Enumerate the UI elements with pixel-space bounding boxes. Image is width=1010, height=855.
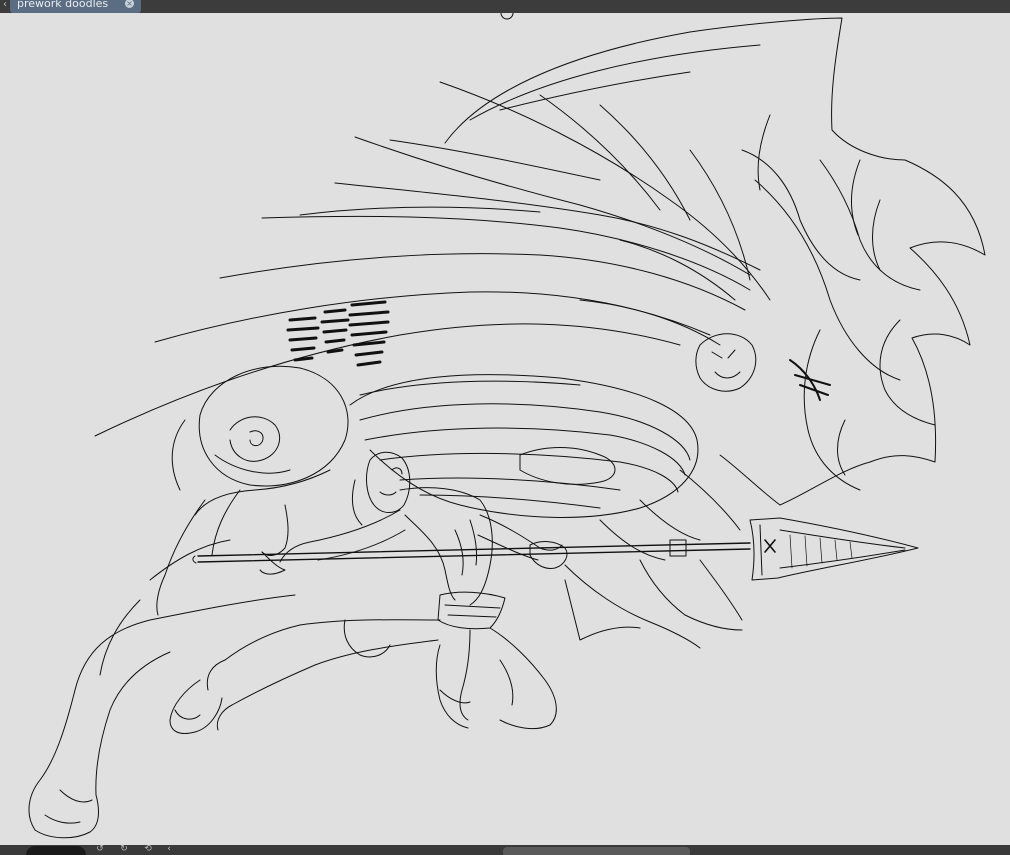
sketch-artwork <box>28 13 986 839</box>
paint-app-window: ‹ prework doodles × ↺ ↻ ⟲ ‹ <box>0 0 1010 855</box>
navigator-thumbnail[interactable] <box>26 846 86 855</box>
document-tab-bar: ‹ prework doodles × <box>0 0 1010 13</box>
chevron-left-icon[interactable]: ‹ <box>0 0 10 13</box>
drawing-canvas[interactable] <box>0 13 1010 845</box>
canvas-origin-marker <box>500 13 514 20</box>
horizontal-scrollbar-thumb[interactable] <box>503 847 690 855</box>
rotate-left-icon[interactable]: ↺ <box>93 845 107 855</box>
document-tab[interactable]: prework doodles × <box>10 0 141 13</box>
rotate-right-icon[interactable]: ↻ <box>117 845 131 855</box>
status-bar: ↺ ↻ ⟲ ‹ <box>0 845 1010 855</box>
reset-rotation-icon[interactable]: ⟲ <box>141 845 155 855</box>
chevron-left-icon[interactable]: ‹ <box>162 845 176 855</box>
close-circle-icon[interactable]: × <box>125 0 134 8</box>
document-tab-title: prework doodles <box>17 0 109 10</box>
